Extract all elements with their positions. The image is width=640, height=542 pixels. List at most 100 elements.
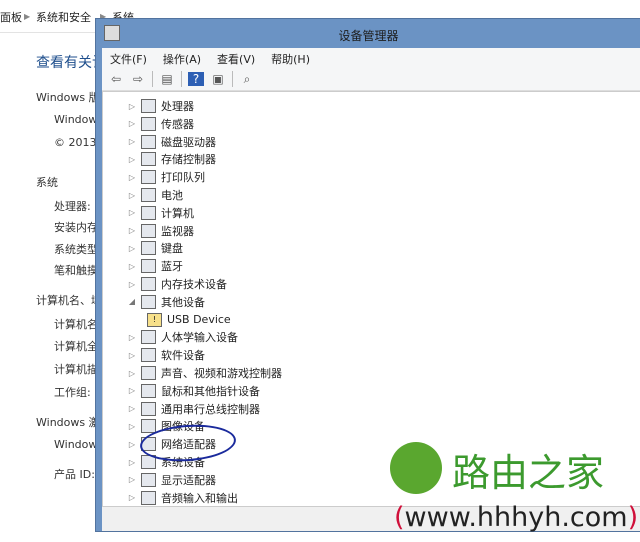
tree-node[interactable]: ▷ 计算机: [127, 204, 194, 222]
device-category-icon: [141, 330, 156, 345]
tree-node[interactable]: ▷ 蓝牙: [127, 257, 183, 275]
tree-node-label: 声音、视频和游戏控制器: [161, 367, 282, 380]
expand-icon[interactable]: ▷: [127, 475, 137, 484]
tree-node[interactable]: ▷ 监视器: [127, 222, 194, 240]
info-label: 计算机全: [54, 340, 98, 353]
tree-node-label: 音频输入和输出: [161, 491, 238, 505]
tree-node[interactable]: ▷ 传感器: [127, 115, 194, 133]
expand-icon[interactable]: ▷: [127, 137, 137, 146]
expand-icon[interactable]: ▷: [127, 262, 137, 271]
window-title: 设备管理器: [338, 29, 399, 43]
info-label: 笔和触摸: [54, 264, 98, 277]
device-category-icon: [141, 472, 156, 487]
expand-icon[interactable]: ▷: [127, 458, 137, 467]
info-label: 工作组:: [54, 386, 91, 399]
tree-node[interactable]: ▷ 声音、视频和游戏控制器: [127, 364, 282, 382]
expand-icon[interactable]: ▷: [127, 333, 137, 342]
expand-icon[interactable]: ▷: [127, 440, 137, 449]
scan-icon[interactable]: ⌕: [239, 72, 255, 86]
expand-icon[interactable]: ▷: [127, 208, 137, 217]
tree-node-label: 蓝牙: [161, 260, 183, 274]
tree-node[interactable]: ! USB Device: [147, 311, 231, 329]
tree-node[interactable]: ▷ 音频输入和输出: [127, 489, 238, 506]
tree-node[interactable]: ▷ 人体学输入设备: [127, 328, 238, 346]
expand-icon[interactable]: ▷: [127, 191, 137, 200]
expand-icon[interactable]: ▷: [127, 244, 137, 253]
expand-icon[interactable]: ▷: [127, 280, 137, 289]
expand-icon[interactable]: ▷: [127, 119, 137, 128]
tree-node-label: 磁盘驱动器: [161, 135, 216, 149]
tree-node[interactable]: ◢ 其他设备: [127, 293, 205, 311]
expand-icon[interactable]: ▷: [127, 102, 137, 111]
expand-icon[interactable]: ▷: [127, 351, 137, 360]
device-category-icon: [141, 188, 156, 202]
device-category-icon: [141, 205, 156, 220]
device-category-icon: [141, 116, 156, 131]
tree-node[interactable]: ▷ 电池: [127, 186, 183, 204]
breadcrumb-item[interactable]: 面板: [0, 9, 22, 25]
info-label: 计算机名、域: [36, 294, 102, 307]
tree-node[interactable]: ▷ 处理器: [127, 97, 194, 115]
tree-node-label: 通用串行总线控制器: [161, 402, 260, 416]
tree-node-label: 处理器: [161, 100, 194, 113]
tree-node[interactable]: ▷ 键盘: [127, 239, 183, 257]
collapse-icon[interactable]: ◢: [127, 297, 137, 306]
tree-node[interactable]: ▷ 软件设备: [127, 346, 205, 364]
tree-node[interactable]: ▷ 鼠标和其他指针设备: [127, 382, 260, 400]
tree-node-label: 内存技术设备: [161, 278, 227, 291]
info-label: 系统类型: [54, 243, 98, 256]
toolbar: ⇦ ⇨ ▤ ? ▣ ⌕: [102, 68, 640, 91]
help-icon[interactable]: ?: [188, 72, 204, 86]
tree-node-label: 其他设备: [161, 295, 205, 309]
tree-node[interactable]: ▷ 磁盘驱动器: [127, 133, 216, 151]
device-category-icon: [141, 241, 156, 256]
tree-node-label: 电池: [161, 189, 183, 202]
info-label: © 2013: [54, 136, 97, 149]
info-label: 系统: [36, 176, 58, 189]
menu-file[interactable]: 文件(F): [102, 48, 155, 68]
tree-node[interactable]: ▷ 内存技术设备: [127, 275, 227, 293]
tree-node-label: 软件设备: [161, 349, 205, 363]
expand-icon[interactable]: ▷: [127, 493, 137, 502]
title-bar[interactable]: 设备管理器: [96, 19, 640, 48]
device-category-icon: [141, 348, 156, 363]
device-category-icon: [141, 99, 156, 113]
info-label: 计算机描: [54, 363, 98, 376]
update-icon[interactable]: ▣: [210, 72, 226, 86]
menu-action[interactable]: 操作(A): [155, 48, 209, 68]
tree-node-label: 显示适配器: [161, 473, 216, 487]
menu-bar: 文件(F) 操作(A) 查看(V) 帮助(H): [102, 48, 640, 68]
menu-view[interactable]: 查看(V): [209, 48, 263, 68]
tree-node-label: 存储控制器: [161, 153, 216, 167]
warning-device-icon: !: [147, 312, 162, 327]
info-label: Windows 激: [36, 416, 100, 429]
logo-text: 路由之家: [452, 451, 605, 495]
device-category-icon: [141, 490, 156, 505]
tree-node-label: 人体学输入设备: [161, 331, 238, 345]
menu-help[interactable]: 帮助(H): [263, 48, 318, 68]
device-category-icon: [141, 134, 156, 149]
tree-node[interactable]: ▷ 显示适配器: [127, 471, 216, 489]
expand-icon[interactable]: ▷: [127, 155, 137, 164]
info-label: Window: [54, 438, 98, 451]
info-label: 计算机名: [54, 318, 98, 331]
forward-icon[interactable]: ⇨: [130, 72, 146, 86]
tree-node[interactable]: ▷ 打印队列: [127, 168, 205, 186]
info-label: Window: [54, 113, 98, 126]
device-category-icon: [141, 401, 156, 416]
device-category-icon: [141, 223, 156, 238]
back-icon[interactable]: ⇦: [108, 72, 124, 86]
properties-icon[interactable]: ▤: [159, 72, 175, 86]
device-category-icon: [141, 366, 156, 380]
expand-icon[interactable]: ▷: [127, 404, 137, 413]
tree-node[interactable]: ▷ 通用串行总线控制器: [127, 400, 260, 418]
breadcrumb-item[interactable]: 系统和安全: [36, 9, 91, 25]
expand-icon[interactable]: ▷: [127, 173, 137, 182]
expand-icon[interactable]: ▷: [127, 422, 137, 431]
expand-icon[interactable]: ▷: [127, 386, 137, 395]
tree-node[interactable]: ▷ 存储控制器: [127, 150, 216, 168]
device-category-icon: [141, 259, 156, 274]
expand-icon[interactable]: ▷: [127, 369, 137, 378]
expand-icon[interactable]: ▷: [127, 226, 137, 235]
tree-node-label: USB Device: [167, 313, 231, 327]
